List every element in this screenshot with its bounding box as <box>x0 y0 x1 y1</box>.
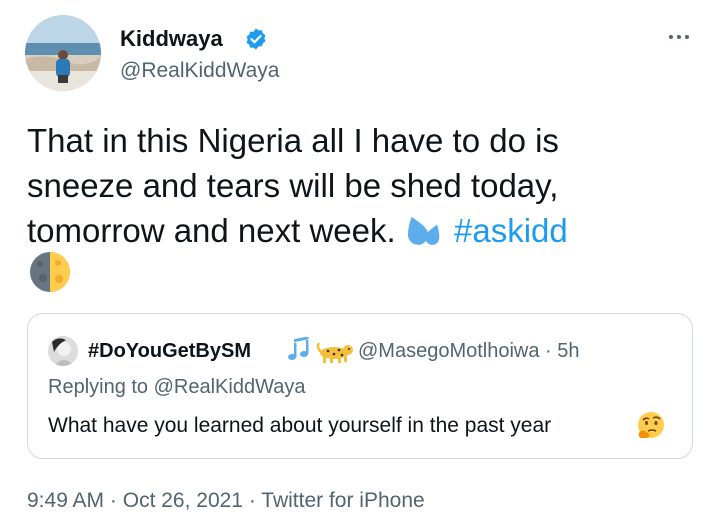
profile-photo <box>25 15 101 91</box>
tweet-source[interactable]: Twitter for iPhone <box>261 489 424 512</box>
quoted-author-avatar[interactable] <box>48 336 78 366</box>
hashtag-link[interactable]: #askidd <box>454 212 568 249</box>
tweet-time[interactable]: 9:49 AM <box>27 489 104 512</box>
tweet-metadata: 9:49 AM · Oct 26, 2021 · Twitter for iPh… <box>27 488 425 514</box>
thinking-face-emoji <box>638 412 664 438</box>
quoted-tweet-text: What have you learned about yourself in … <box>48 414 552 437</box>
separator: · <box>104 489 123 512</box>
quoted-profile-photo <box>48 336 78 366</box>
quoted-display-name[interactable]: #DoYouGetBySM <box>88 338 251 364</box>
dot <box>669 35 673 39</box>
musical-notes-emoji <box>288 337 309 360</box>
tweet-text: That in this Nigeria all I have to do is… <box>27 118 707 253</box>
dot <box>677 35 681 39</box>
replying-to-mention[interactable]: @RealKiddWaya <box>154 376 306 398</box>
quoted-handle-and-time[interactable]: @MasegoMotlhoiwa · 5h <box>358 338 580 364</box>
last-quarter-moon-emoji <box>30 252 70 292</box>
separator: · <box>242 489 262 512</box>
author-display-name[interactable]: Kiddwaya <box>120 26 223 52</box>
more-options-icon[interactable] <box>664 25 694 49</box>
verified-badge-icon <box>246 28 266 50</box>
author-avatar[interactable] <box>25 15 101 91</box>
replying-prefix: Replying to <box>48 376 154 398</box>
leopard-emoji <box>316 342 353 363</box>
quoted-name-emojis <box>288 337 353 363</box>
replying-to-line: Replying to @RealKiddWaya <box>48 374 305 400</box>
tweet-date[interactable]: Oct 26, 2021 <box>123 489 243 512</box>
dot <box>685 35 689 39</box>
author-handle[interactable]: @RealKiddWaya <box>120 58 279 84</box>
quoted-tweet-card[interactable]: #DoYouGetBySM @MasegoMotlhoiwa · 5h Repl… <box>27 313 693 459</box>
sweat-droplets-emoji <box>407 216 440 245</box>
